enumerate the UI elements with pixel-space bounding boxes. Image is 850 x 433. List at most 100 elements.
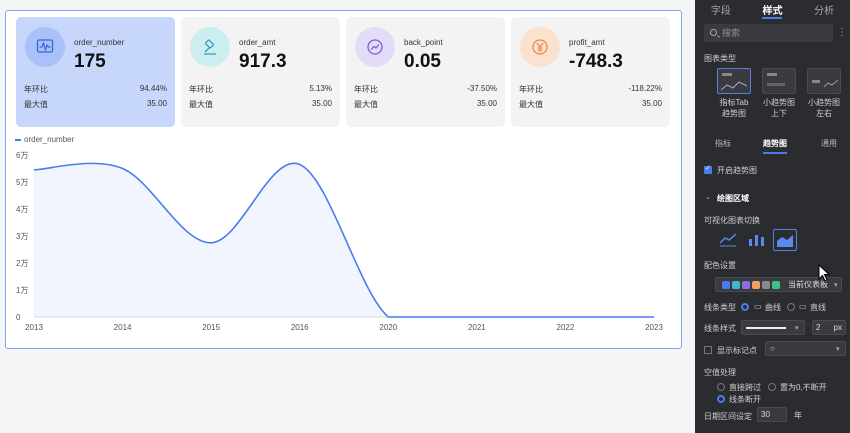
straight-icon: ▭ bbox=[799, 302, 807, 311]
date-range-input[interactable]: 30 bbox=[757, 407, 787, 422]
metric-card-back-point[interactable]: back_point 0.05 年环比 -37.50% 最大值 35.00 bbox=[346, 17, 505, 127]
card-max-value: 35.00 bbox=[641, 99, 662, 108]
card-max-label: 最大值 bbox=[24, 100, 48, 109]
tab-fields[interactable]: 字段 bbox=[711, 0, 731, 19]
search-icon bbox=[710, 29, 717, 36]
trend-area-chart: 0 1万 2万 3万 4万 5万 6万 2013 2014 2015 2016 2020 2021 202… bbox=[16, 151, 663, 332]
chevron-down-icon[interactable]: ⌄ bbox=[705, 193, 711, 201]
line-style-select[interactable]: ▾ bbox=[741, 320, 805, 335]
yen-icon bbox=[520, 27, 560, 67]
show-markers-checkbox[interactable] bbox=[704, 346, 712, 354]
y-tick-label: 6万 bbox=[16, 151, 28, 160]
line-type-label: 线条类型 bbox=[704, 303, 736, 312]
line-straight-label: 直线 bbox=[810, 303, 826, 312]
date-range-unit: 年 bbox=[794, 411, 802, 420]
y-tick-label: 3万 bbox=[16, 232, 28, 241]
card-title: order_amt bbox=[239, 38, 276, 47]
metric-card-order-number[interactable]: order_number 175 年环比 94.44% 最大值 35.00 bbox=[16, 17, 175, 127]
area-chart-toggle[interactable] bbox=[773, 229, 797, 251]
y-tick-label: 4万 bbox=[16, 205, 28, 214]
card-yoy-label: 年环比 bbox=[519, 85, 543, 94]
y-tick-label: 0 bbox=[16, 313, 21, 322]
subtab-indicator[interactable]: 指标 bbox=[715, 138, 731, 149]
x-tick-label: 2021 bbox=[468, 323, 486, 332]
line-width-input[interactable]: 2 px bbox=[812, 320, 846, 335]
more-icon[interactable]: ⋮ bbox=[837, 27, 847, 38]
line-width-unit: px bbox=[833, 323, 842, 332]
circle-marker-icon: ○ bbox=[770, 344, 775, 353]
style-subtabs: 指标 趋势图 通用 bbox=[695, 134, 850, 154]
dashboard-canvas: order_number 175 年环比 94.44% 最大值 35.00 orde… bbox=[0, 0, 695, 433]
x-tick-label: 2022 bbox=[557, 323, 575, 332]
color-swatch bbox=[722, 281, 730, 289]
chart-type-mini-trend-vertical[interactable] bbox=[762, 68, 796, 94]
enable-trend-label: 开启趋势图 bbox=[717, 166, 757, 175]
line-style-label: 线条样式 bbox=[704, 324, 736, 333]
line-curve-radio[interactable] bbox=[741, 303, 749, 311]
curve-icon: ▭ bbox=[754, 302, 762, 311]
card-yoy-value: 94.44% bbox=[139, 84, 167, 93]
card-value: 175 bbox=[74, 51, 106, 72]
card-value: 0.05 bbox=[404, 51, 441, 72]
null-zero-label: 置为0,不断开 bbox=[780, 383, 827, 392]
chart-type-label-1: 指标Tab 趋势图 bbox=[719, 98, 749, 118]
tab-analysis[interactable]: 分析 bbox=[814, 0, 834, 19]
x-tick-label: 2023 bbox=[645, 323, 663, 332]
line-width-value: 2 bbox=[816, 323, 821, 332]
x-tick-label: 2015 bbox=[202, 323, 220, 332]
chart-type-mini-trend-horizontal[interactable] bbox=[807, 68, 841, 94]
metric-card-profit-amt[interactable]: profit_amt -748.3 年环比 -118.22% 最大值 35.00 bbox=[511, 17, 670, 127]
card-title: profit_amt bbox=[569, 38, 605, 47]
trend-thumbnail-icon bbox=[720, 81, 748, 91]
auction-hammer-icon bbox=[190, 27, 230, 67]
null-skip-label: 直接跨过 bbox=[729, 383, 761, 392]
color-swatch bbox=[752, 281, 760, 289]
indicator-tab-trend-widget[interactable]: order_number 175 年环比 94.44% 最大值 35.00 orde… bbox=[5, 10, 682, 349]
bar-chart-icon bbox=[749, 235, 764, 246]
legend-label: order_number bbox=[24, 135, 75, 144]
chart-monitor-icon bbox=[25, 27, 65, 67]
date-range-label: 日期区间设定 bbox=[704, 412, 752, 421]
chart-legend[interactable]: order_number bbox=[15, 135, 74, 144]
y-tick-label: 5万 bbox=[16, 178, 28, 187]
line-curve-label: 曲线 bbox=[765, 303, 781, 312]
search-input[interactable]: 搜索 bbox=[704, 24, 833, 42]
card-title: order_number bbox=[74, 38, 125, 47]
chart-type-indicator-tab-trend[interactable] bbox=[717, 68, 751, 94]
y-tick-label: 2万 bbox=[16, 259, 28, 268]
subtab-general[interactable]: 通用 bbox=[821, 138, 837, 149]
x-tick-label: 2016 bbox=[291, 323, 309, 332]
card-max-value: 35.00 bbox=[476, 99, 497, 108]
marker-shape-select[interactable]: ○ ▾ bbox=[765, 341, 846, 356]
x-tick-label: 2014 bbox=[114, 323, 132, 332]
x-tick-label: 2020 bbox=[379, 323, 397, 332]
tab-style[interactable]: 样式 bbox=[762, 0, 783, 19]
legend-swatch bbox=[15, 138, 21, 141]
card-max-value: 35.00 bbox=[146, 99, 167, 108]
card-yoy-value: -118.22% bbox=[628, 84, 662, 93]
panel-tabs: 字段 样式 分析 bbox=[695, 0, 850, 19]
color-swatch bbox=[762, 281, 770, 289]
metric-card-order-amt[interactable]: order_amt 917.3 年环比 5.13% 最大值 35.00 bbox=[181, 17, 340, 127]
null-break-radio[interactable] bbox=[717, 395, 725, 403]
card-yoy-value: -37.50% bbox=[467, 84, 497, 93]
x-tick-label: 2013 bbox=[25, 323, 43, 332]
style-settings-panel: 字段 样式 分析 搜索 ⋮ 图表类型 指标Tab 趋势图 小趋势图 上下 小趋势… bbox=[695, 0, 850, 433]
null-zero-radio[interactable] bbox=[768, 383, 776, 391]
vis-switch-label: 可视化图表切换 bbox=[704, 216, 760, 225]
line-style-preview bbox=[746, 327, 786, 329]
card-max-label: 最大值 bbox=[519, 100, 543, 109]
draw-area-section[interactable]: 绘图区域 bbox=[717, 193, 749, 204]
line-straight-radio[interactable] bbox=[787, 303, 795, 311]
dropdown-caret-icon: ▾ bbox=[795, 325, 799, 332]
card-yoy-label: 年环比 bbox=[24, 85, 48, 94]
null-skip-radio[interactable] bbox=[717, 383, 725, 391]
date-range-value: 30 bbox=[761, 410, 770, 419]
enable-trend-checkbox[interactable] bbox=[704, 164, 712, 174]
line-chart-toggle[interactable] bbox=[717, 229, 741, 251]
show-markers-label: 显示标记点 bbox=[717, 346, 757, 355]
null-handling-label: 空值处理 bbox=[704, 368, 736, 377]
line-chart-icon bbox=[719, 233, 737, 247]
subtab-trend[interactable]: 趋势图 bbox=[763, 138, 787, 154]
bar-chart-toggle[interactable] bbox=[745, 229, 769, 251]
